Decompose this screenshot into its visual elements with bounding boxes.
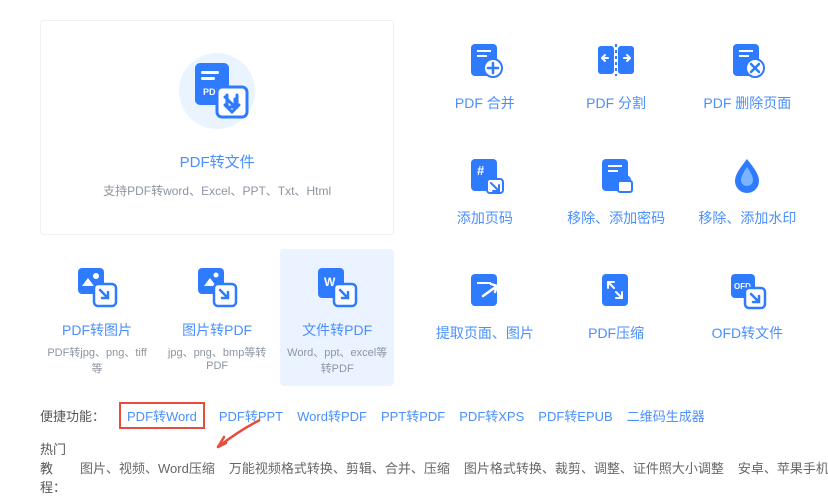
file-to-pdf-card[interactable]: W 文件转PDF Word、ppt、excel等转PDF <box>280 249 394 386</box>
password-icon <box>560 150 671 200</box>
cell-label: PDF 分割 <box>560 93 671 113</box>
card-subtitle: PDF转jpg、png、tiff等 <box>45 344 149 376</box>
cell-label: OFD转文件 <box>692 323 803 343</box>
card-title: PDF转图片 <box>45 320 149 340</box>
svg-text:#: # <box>477 163 485 178</box>
add-page-number-icon: # <box>429 150 540 200</box>
pdf-delete-page-icon <box>692 35 803 85</box>
shortcut-qrcode[interactable]: 二维码生成器 <box>627 406 705 425</box>
pdf-merge-card[interactable]: PDF 合并 <box>424 20 545 125</box>
pdf-to-image-icon <box>45 264 149 310</box>
pdf-compress-icon <box>560 265 671 315</box>
pdf-compress-card[interactable]: PDF压缩 <box>555 250 676 355</box>
pdf-split-card[interactable]: PDF 分割 <box>555 20 676 125</box>
shortcuts-row: 便捷功能： PDF转Word PDF转PPT Word转PDF PPT转PDF … <box>40 402 828 429</box>
shortcut-pdf-to-epub[interactable]: PDF转EPUB <box>538 406 612 425</box>
card-title: 文件转PDF <box>285 320 389 340</box>
card-title: 图片转PDF <box>165 320 269 340</box>
shortcut-pdf-to-ppt[interactable]: PDF转PPT <box>219 406 283 425</box>
cell-label: 添加页码 <box>429 208 540 228</box>
image-to-pdf-card[interactable]: 图片转PDF jpg、png、bmp等转PDF <box>160 249 274 386</box>
tutorial-link[interactable]: 万能视频格式转换、剪辑、合并、压缩 <box>229 458 450 477</box>
image-to-pdf-icon <box>165 264 269 310</box>
pdf-split-icon <box>560 35 671 85</box>
cell-label: 移除、添加水印 <box>692 208 803 228</box>
watermark-card[interactable]: 移除、添加水印 <box>687 135 808 240</box>
cell-label: PDF 删除页面 <box>692 93 803 113</box>
card-subtitle: jpg、png、bmp等转PDF <box>165 344 269 372</box>
add-page-number-card[interactable]: # 添加页码 <box>424 135 545 240</box>
cell-label: PDF压缩 <box>560 323 671 343</box>
tutorials-row: 热门教程： 图片、视频、Word压缩 万能视频格式转换、剪辑、合并、压缩 图片格… <box>40 439 828 496</box>
cell-label: PDF 合并 <box>429 93 540 113</box>
extract-card[interactable]: 提取页面、图片 <box>424 250 545 355</box>
shortcut-pdf-to-xps[interactable]: PDF转XPS <box>459 406 524 425</box>
shortcut-word-to-pdf[interactable]: Word转PDF <box>297 406 367 425</box>
pdf-merge-icon <box>429 35 540 85</box>
cell-label: 移除、添加密码 <box>560 208 671 228</box>
pdf-delete-page-card[interactable]: PDF 删除页面 <box>687 20 808 125</box>
tutorial-link[interactable]: 安卓、苹果手机投屏到 <box>738 458 828 477</box>
tutorial-link[interactable]: 图片格式转换、裁剪、调整、证件照大小调整 <box>464 458 724 477</box>
card-subtitle: Word、ppt、excel等转PDF <box>285 344 389 376</box>
shortcut-ppt-to-pdf[interactable]: PPT转PDF <box>381 406 445 425</box>
pdf-to-image-card[interactable]: PDF转图片 PDF转jpg、png、tiff等 <box>40 249 154 386</box>
extract-icon <box>429 265 540 315</box>
watermark-icon <box>692 150 803 200</box>
tutorial-link[interactable]: 图片、视频、Word压缩 <box>80 458 215 477</box>
cell-label: 提取页面、图片 <box>429 323 540 343</box>
file-to-pdf-icon: W <box>285 264 389 310</box>
ofd-to-file-icon: OFD <box>692 265 803 315</box>
ofd-to-file-card[interactable]: OFD OFD转文件 <box>687 250 808 355</box>
pdf-to-file-card[interactable]: PDF PDF转文件 支持PDF转word、Excel、PPT、Txt、Html <box>40 20 394 235</box>
big-card-subtitle: 支持PDF转word、Excel、PPT、Txt、Html <box>61 182 373 199</box>
shortcuts-label: 便捷功能： <box>40 406 105 425</box>
pdf-to-file-icon: PDF <box>61 51 373 131</box>
shortcut-pdf-to-word[interactable]: PDF转Word <box>119 402 205 429</box>
big-card-title: PDF转文件 <box>61 151 373 172</box>
tutorials-label: 热门教程： <box>40 439 66 496</box>
password-card[interactable]: 移除、添加密码 <box>555 135 676 240</box>
